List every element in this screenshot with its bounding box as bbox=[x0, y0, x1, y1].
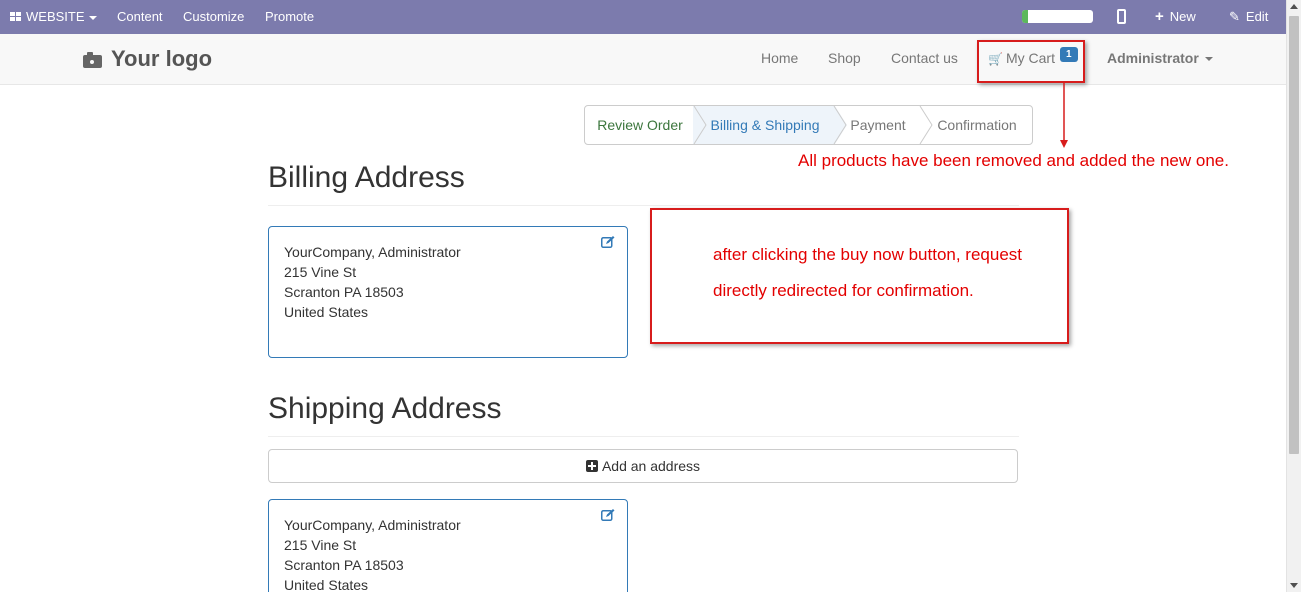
main-navbar: Your logo Home Shop Contact us 🛒 My Cart 1… bbox=[0, 34, 1286, 85]
cart-annotation-text: All products have been removed and added… bbox=[798, 151, 1229, 170]
progress-fill bbox=[1022, 10, 1028, 23]
grid-icon bbox=[10, 12, 22, 22]
website-menu[interactable]: WEBSITE bbox=[10, 0, 97, 34]
step-separator-icon bbox=[693, 106, 707, 144]
user-menu[interactable]: Administrator bbox=[1107, 34, 1213, 84]
site-logo[interactable]: Your logo bbox=[83, 46, 212, 72]
address-line: 215 Vine St bbox=[284, 264, 357, 280]
address-line: Scranton PA 18503 bbox=[284, 557, 404, 573]
caret-down-icon bbox=[88, 15, 97, 20]
add-address-button[interactable]: Add an address bbox=[268, 449, 1018, 483]
step-confirmation: Confirmation bbox=[937, 117, 1017, 133]
shipping-address-title: Shipping Address bbox=[268, 392, 502, 425]
scrollbar-thumb[interactable] bbox=[1289, 16, 1299, 454]
checkout-steps: Review Order Billing & Shipping Payment … bbox=[584, 105, 1033, 145]
user-label: Administrator bbox=[1107, 50, 1199, 66]
edit-button[interactable]: ✎ Edit bbox=[1229, 0, 1268, 34]
add-address-label: Add an address bbox=[601, 458, 701, 474]
billing-address-title: Billing Address bbox=[268, 161, 465, 194]
new-button[interactable]: + New bbox=[1155, 0, 1196, 34]
website-label: WEBSITE bbox=[26, 9, 85, 24]
admin-bar: WEBSITE Content Customize Promote + New ✎… bbox=[0, 0, 1286, 34]
redirect-annotation-line: after clicking the buy now button, reque… bbox=[713, 245, 1023, 264]
shipping-address-card[interactable]: YourCompany, Administrator 215 Vine St S… bbox=[268, 499, 628, 592]
promote-menu[interactable]: Promote bbox=[265, 0, 314, 34]
seo-progress-bar bbox=[1022, 10, 1093, 23]
address-line: YourCompany, Administrator bbox=[284, 517, 461, 533]
step-billing-shipping: Billing & Shipping bbox=[695, 106, 835, 144]
caret-down-icon bbox=[1204, 57, 1213, 62]
divider bbox=[268, 205, 1019, 206]
step-payment: Payment bbox=[850, 117, 906, 133]
arrow-down-icon bbox=[1060, 82, 1068, 148]
nav-home[interactable]: Home bbox=[761, 34, 798, 84]
customize-menu[interactable]: Customize bbox=[183, 0, 244, 34]
cart-highlight-box bbox=[977, 40, 1085, 83]
address-line: United States bbox=[284, 304, 369, 320]
address-line: Scranton PA 18503 bbox=[284, 284, 404, 300]
address-line: 215 Vine St bbox=[284, 537, 357, 553]
step-review-order[interactable]: Review Order bbox=[585, 106, 695, 144]
nav-shop[interactable]: Shop bbox=[828, 34, 861, 84]
step-separator-icon bbox=[919, 106, 933, 144]
page-scrollbar[interactable] bbox=[1286, 0, 1301, 592]
logo-text: Your logo bbox=[111, 46, 213, 71]
plus-square-icon bbox=[585, 460, 598, 472]
address-line: YourCompany, Administrator bbox=[284, 244, 461, 260]
address-line: United States bbox=[284, 577, 369, 592]
edit-icon[interactable] bbox=[601, 509, 615, 521]
redirect-annotation-line: directly redirected for confirmation. bbox=[713, 281, 974, 300]
scroll-down-icon[interactable] bbox=[1290, 583, 1298, 588]
mobile-preview-icon[interactable] bbox=[1117, 9, 1126, 24]
billing-address-card[interactable]: YourCompany, Administrator 215 Vine St S… bbox=[268, 226, 628, 358]
redirect-annotation-box bbox=[650, 208, 1069, 344]
edit-label: Edit bbox=[1245, 9, 1269, 24]
scroll-up-icon[interactable] bbox=[1290, 4, 1298, 9]
nav-contact-us[interactable]: Contact us bbox=[891, 34, 958, 84]
edit-icon[interactable] bbox=[601, 236, 615, 248]
camera-icon bbox=[83, 52, 103, 68]
plus-icon: + bbox=[1155, 8, 1164, 25]
pencil-icon: ✎ bbox=[1229, 9, 1240, 24]
new-label: New bbox=[1169, 9, 1196, 24]
divider bbox=[268, 436, 1019, 437]
content-menu[interactable]: Content bbox=[117, 0, 163, 34]
step-separator-icon bbox=[833, 106, 847, 144]
